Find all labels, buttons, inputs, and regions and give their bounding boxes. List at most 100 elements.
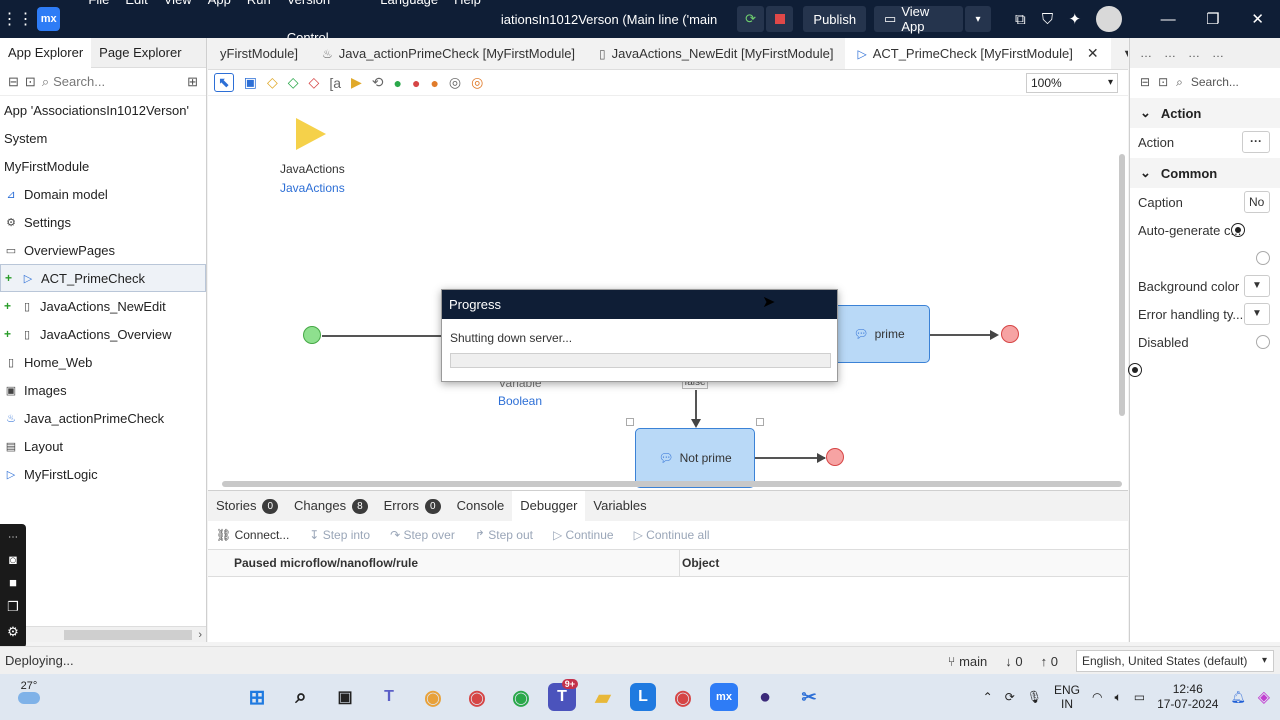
sync-icon[interactable]: ⊡ bbox=[25, 74, 36, 90]
parameter-shape[interactable] bbox=[296, 118, 326, 150]
search-icon[interactable]: ⌕ bbox=[284, 681, 318, 713]
task-view-icon[interactable]: ▣ bbox=[328, 681, 362, 713]
feedback-icon[interactable]: ⧉ bbox=[1007, 6, 1034, 32]
collapse-icon[interactable]: ⊟ bbox=[1140, 75, 1150, 89]
video-icon[interactable]: ■ bbox=[9, 575, 17, 590]
l-app-icon[interactable]: L bbox=[630, 683, 656, 711]
tab-overflow-mid[interactable]: … bbox=[1164, 46, 1176, 60]
clock[interactable]: 12:46 17-07-2024 bbox=[1157, 682, 1218, 712]
tree-javaactions-newedit[interactable]: + ▯ JavaActions_NewEdit bbox=[0, 292, 206, 320]
teams-icon[interactable]: T bbox=[372, 681, 406, 713]
loop-tool-icon[interactable]: ⟲ bbox=[372, 74, 384, 91]
tab-console[interactable]: Console bbox=[449, 491, 513, 521]
error-handling-dropdown[interactable]: ▼ bbox=[1244, 303, 1270, 325]
mendix-taskbar-icon[interactable]: mx bbox=[710, 683, 738, 711]
snipping-tool-icon[interactable]: ✂ bbox=[792, 681, 826, 713]
caption-input[interactable]: No bbox=[1244, 191, 1270, 213]
start-event-tool-icon[interactable]: ● bbox=[394, 75, 402, 91]
step-over-button[interactable]: ↷ Step over bbox=[390, 528, 455, 542]
tree-settings[interactable]: ⚙ Settings bbox=[0, 208, 206, 236]
tab-variables[interactable]: Variables bbox=[585, 491, 654, 521]
tree-app-root[interactable]: App 'AssociationsIn1012Verson' bbox=[0, 96, 206, 124]
tab-errors[interactable]: Errors 0 bbox=[376, 491, 449, 521]
outgoing-changes[interactable]: ↑ 0 bbox=[1041, 654, 1058, 669]
tree-domain-model[interactable]: ⊿ Domain model bbox=[0, 180, 206, 208]
more-icon[interactable]: ⋯ bbox=[8, 532, 18, 543]
microphone-icon[interactable]: 🎙︎ bbox=[1027, 690, 1042, 704]
run-icon[interactable]: ⟳ bbox=[736, 6, 765, 32]
section-common[interactable]: ⌄ Common bbox=[1130, 158, 1280, 188]
scroll-right-icon[interactable]: › bbox=[198, 627, 202, 643]
tab-page-explorer[interactable]: Page Explorer bbox=[91, 38, 189, 68]
parameter-type-link[interactable]: JavaActions bbox=[280, 181, 345, 195]
canvas-vertical-scrollbar[interactable] bbox=[1119, 154, 1125, 416]
tree-overviewpages[interactable]: ▭ OverviewPages bbox=[0, 236, 206, 264]
properties-search-input[interactable]: Search... bbox=[1191, 75, 1239, 89]
tab-overflow-right[interactable]: … bbox=[1188, 46, 1200, 60]
tree-java-actionprimecheck[interactable]: ♨ Java_actionPrimeCheck bbox=[0, 404, 206, 432]
not-prime-activity[interactable]: 💬︎ Not prime bbox=[635, 428, 755, 488]
marketplace-icon[interactable]: ⛉ bbox=[1034, 6, 1061, 32]
error-event-tool-icon[interactable]: ● bbox=[430, 75, 438, 91]
tab-stories[interactable]: Stories 0 bbox=[208, 491, 286, 521]
action-select-button[interactable]: ··· bbox=[1242, 131, 1270, 153]
weather-widget[interactable]: 27° bbox=[18, 680, 40, 704]
tab-myfirstmodule-partial[interactable]: yFirstModule] bbox=[208, 38, 310, 69]
section-action[interactable]: ⌄ Action bbox=[1130, 98, 1280, 128]
incoming-changes[interactable]: ↓ 0 bbox=[1005, 654, 1022, 669]
close-tab-icon[interactable]: ✕ bbox=[1087, 45, 1099, 62]
search-input[interactable]: Search... bbox=[53, 74, 105, 89]
tab-changes[interactable]: Changes 8 bbox=[286, 491, 376, 521]
layout-icon[interactable]: ⊞ bbox=[187, 74, 198, 90]
connect-button[interactable]: ⛓ Connect... bbox=[216, 528, 289, 542]
battery-icon[interactable]: ▭ bbox=[1134, 690, 1145, 704]
step-out-button[interactable]: ↱ Step out bbox=[475, 528, 533, 542]
end-event[interactable] bbox=[826, 448, 844, 466]
tree-layout[interactable]: ▤ Layout bbox=[0, 432, 206, 460]
scrollbar-thumb[interactable] bbox=[64, 630, 192, 640]
prime-activity[interactable]: 💬︎ prime bbox=[828, 305, 930, 363]
canvas-horizontal-scrollbar[interactable] bbox=[222, 481, 1122, 487]
input-language[interactable]: ENG IN bbox=[1054, 683, 1080, 711]
continue-button[interactable]: ▷ Continue bbox=[553, 528, 614, 542]
sequence-flow[interactable] bbox=[695, 390, 697, 420]
chrome-profile2-icon[interactable]: ◉ bbox=[460, 681, 494, 713]
disabled-no-radio[interactable] bbox=[1128, 363, 1142, 377]
disabled-yes-radio[interactable] bbox=[1256, 335, 1270, 349]
tree-system[interactable]: System bbox=[0, 124, 206, 152]
start-event[interactable] bbox=[303, 326, 321, 344]
chrome-profile3-icon[interactable]: ◉ bbox=[504, 681, 538, 713]
sequence-flow[interactable] bbox=[322, 335, 442, 337]
left-horizontal-scrollbar[interactable]: › bbox=[0, 626, 206, 642]
tab-javaactions-newedit[interactable]: ▯ JavaActions_NewEdit [MyFirstModule] bbox=[587, 38, 845, 69]
chrome-icon[interactable]: ◉ bbox=[666, 681, 700, 713]
tree-act-primecheck[interactable]: + ▷ ACT_PrimeCheck bbox=[0, 264, 206, 292]
variable-type-link[interactable]: Boolean bbox=[490, 394, 550, 408]
publish-button[interactable]: Publish bbox=[803, 6, 867, 32]
parameter-tool-icon[interactable]: ▶ bbox=[351, 74, 362, 91]
auto-generate-yes-radio[interactable] bbox=[1231, 223, 1246, 237]
tab-app-explorer[interactable]: App Explorer bbox=[0, 37, 92, 68]
tree-images[interactable]: ▣ Images bbox=[0, 376, 206, 404]
continue-event-tool-icon[interactable]: ◎ bbox=[449, 74, 461, 91]
sync-icon[interactable]: ⟳ bbox=[1005, 690, 1015, 704]
eclipse-icon[interactable]: ● bbox=[748, 681, 782, 713]
gear-icon[interactable]: ⚙ bbox=[7, 624, 19, 640]
merge-tool-icon[interactable]: ◇ bbox=[288, 74, 299, 91]
sequence-flow[interactable] bbox=[755, 457, 825, 459]
branch-indicator[interactable]: ⑂ main bbox=[948, 654, 988, 669]
copilot-icon[interactable]: ◈ bbox=[1258, 687, 1270, 707]
zoom-select[interactable]: 100% bbox=[1026, 73, 1118, 93]
file-explorer-icon[interactable]: ▰ bbox=[586, 681, 620, 713]
restore-icon[interactable]: ❐ bbox=[1191, 10, 1236, 28]
windows-start-icon[interactable]: ⊞ bbox=[240, 681, 274, 713]
teams-new-icon[interactable]: T 9+ bbox=[548, 679, 578, 711]
tab-overflow-left[interactable]: … bbox=[1140, 46, 1152, 60]
decision-tool-icon[interactable]: ◇ bbox=[267, 74, 278, 91]
sequence-flow[interactable] bbox=[930, 334, 990, 336]
chrome-profile-icon[interactable]: ◉ bbox=[416, 681, 450, 713]
windows-icon[interactable]: ❐ bbox=[7, 599, 19, 615]
view-app-button[interactable]: ▭ View App bbox=[874, 4, 964, 34]
close-window-icon[interactable]: ✕ bbox=[1235, 10, 1280, 28]
camera-icon[interactable]: ◙ bbox=[9, 552, 17, 567]
